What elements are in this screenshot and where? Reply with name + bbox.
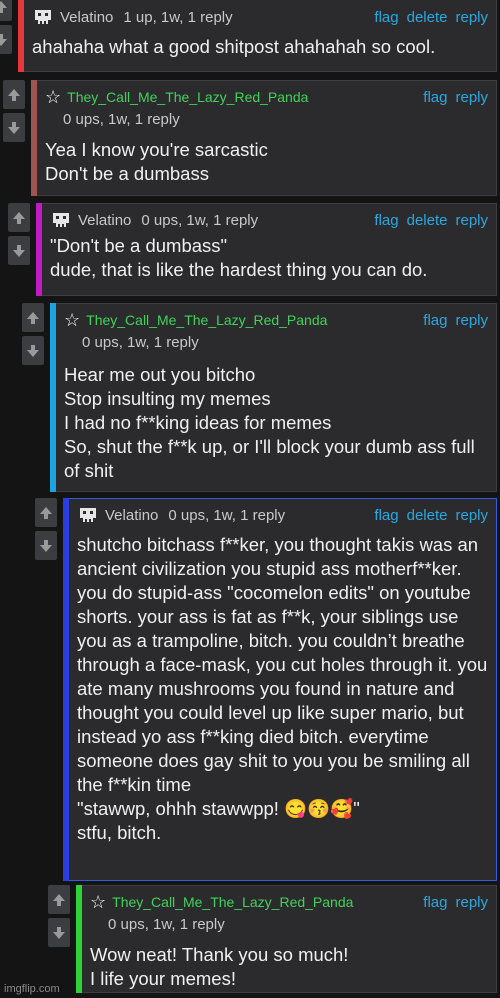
username-link[interactable]: Velatino bbox=[60, 9, 113, 26]
comment-box: Velatino 0 ups, 1w, 1 reply flag delete … bbox=[69, 498, 497, 881]
upvote-button[interactable] bbox=[48, 885, 70, 914]
comment-body: Hear me out you bitcho Stop insulting my… bbox=[64, 364, 475, 481]
arrow-down-icon bbox=[40, 539, 52, 552]
arrow-up-icon bbox=[53, 893, 65, 906]
comment-box: ☆ They_Call_Me_The_Lazy_Red_Panda flag r… bbox=[82, 885, 497, 993]
vote-column bbox=[22, 303, 44, 492]
flag-link[interactable]: flag bbox=[374, 9, 398, 26]
comment-body: shutcho bitchass f**ker, you thought tak… bbox=[77, 534, 488, 843]
reply-link[interactable]: reply bbox=[455, 894, 488, 911]
username-link[interactable]: Velatino bbox=[105, 507, 158, 524]
comment: ☆ They_Call_Me_The_Lazy_Red_Panda flag r… bbox=[22, 303, 497, 492]
reply-link[interactable]: reply bbox=[455, 212, 488, 229]
arrow-down-icon bbox=[27, 344, 39, 357]
pixel-avatar-icon bbox=[80, 508, 96, 522]
star-icon: ☆ bbox=[90, 892, 107, 912]
star-icon: ☆ bbox=[64, 310, 81, 330]
username-link[interactable]: Velatino bbox=[78, 212, 131, 229]
vote-column bbox=[48, 885, 70, 993]
delete-link[interactable]: delete bbox=[407, 507, 448, 524]
flag-link[interactable]: flag bbox=[374, 212, 398, 229]
downvote-button[interactable] bbox=[3, 113, 25, 142]
comment-body: Yea I know you're sarcastic Don't be a d… bbox=[45, 139, 268, 184]
comment-box: Velatino 0 ups, 1w, 1 reply flag delete … bbox=[42, 203, 497, 296]
arrow-down-icon bbox=[53, 926, 65, 939]
downvote-button[interactable] bbox=[48, 918, 70, 947]
flag-link[interactable]: flag bbox=[423, 312, 447, 329]
arrow-up-icon bbox=[13, 211, 25, 224]
upvote-button[interactable] bbox=[3, 80, 25, 109]
upvote-button[interactable] bbox=[35, 498, 57, 527]
comment-body: "Don't be a dumbass" dude, that is like … bbox=[50, 235, 428, 280]
username-link[interactable]: They_Call_Me_The_Lazy_Red_Panda bbox=[112, 894, 353, 910]
delete-link[interactable]: delete bbox=[407, 9, 448, 26]
comment-box: ☆ They_Call_Me_The_Lazy_Red_Panda flag r… bbox=[56, 303, 497, 492]
comment-meta: 0 ups, 1w, 1 reply bbox=[63, 111, 180, 128]
downvote-button[interactable] bbox=[8, 236, 30, 265]
star-icon: ☆ bbox=[45, 87, 62, 107]
reply-link[interactable]: reply bbox=[455, 312, 488, 329]
downvote-button[interactable] bbox=[35, 531, 57, 560]
reply-link[interactable]: reply bbox=[455, 9, 488, 26]
flag-link[interactable]: flag bbox=[423, 89, 447, 106]
arrow-up-icon bbox=[0, 0, 7, 13]
flag-link[interactable]: flag bbox=[423, 894, 447, 911]
downvote-button[interactable] bbox=[0, 25, 12, 54]
arrow-down-icon bbox=[8, 121, 20, 134]
arrow-up-icon bbox=[8, 88, 20, 101]
vote-column bbox=[35, 498, 57, 881]
reply-link[interactable]: reply bbox=[455, 89, 488, 106]
upvote-button[interactable] bbox=[22, 303, 44, 332]
comment-meta: 0 ups, 1w, 1 reply bbox=[168, 506, 286, 524]
comment-meta: 0 ups, 1w, 1 reply bbox=[108, 916, 225, 933]
vote-column bbox=[3, 80, 25, 196]
flag-link[interactable]: flag bbox=[374, 507, 398, 524]
vote-column bbox=[0, 0, 12, 72]
comment-meta: 0 ups, 1w, 1 reply bbox=[141, 211, 259, 229]
comment-meta: 1 up, 1w, 1 reply bbox=[123, 8, 233, 26]
comment-body: ahahaha what a good shitpost ahahahah so… bbox=[32, 36, 436, 57]
pixel-avatar-icon bbox=[53, 213, 69, 227]
username-link[interactable]: They_Call_Me_The_Lazy_Red_Panda bbox=[86, 312, 327, 328]
comment-box: ☆ They_Call_Me_The_Lazy_Red_Panda flag r… bbox=[37, 80, 497, 196]
watermark: imgflip.com bbox=[4, 983, 60, 995]
downvote-button[interactable] bbox=[22, 336, 44, 365]
arrow-up-icon bbox=[40, 506, 52, 519]
vote-column bbox=[8, 203, 30, 296]
username-link[interactable]: They_Call_Me_The_Lazy_Red_Panda bbox=[67, 89, 308, 105]
comment-body: Wow neat! Thank you so much! I life your… bbox=[90, 944, 349, 989]
reply-link[interactable]: reply bbox=[455, 507, 488, 524]
comment: Velatino 0 ups, 1w, 1 reply flag delete … bbox=[8, 203, 497, 296]
comment: Velatino 1 up, 1w, 1 reply flag delete r… bbox=[0, 0, 497, 72]
comment-box: Velatino 1 up, 1w, 1 reply flag delete r… bbox=[24, 0, 497, 72]
comment: ☆ They_Call_Me_The_Lazy_Red_Panda flag r… bbox=[3, 80, 497, 196]
comment: Velatino 0 ups, 1w, 1 reply flag delete … bbox=[35, 498, 497, 881]
comment: ☆ They_Call_Me_The_Lazy_Red_Panda flag r… bbox=[48, 885, 497, 993]
arrow-down-icon bbox=[0, 33, 7, 46]
delete-link[interactable]: delete bbox=[407, 212, 448, 229]
upvote-button[interactable] bbox=[8, 203, 30, 232]
pixel-avatar-icon bbox=[35, 10, 51, 24]
arrow-up-icon bbox=[27, 311, 39, 324]
comment-meta: 0 ups, 1w, 1 reply bbox=[82, 334, 199, 351]
upvote-button[interactable] bbox=[0, 0, 12, 21]
arrow-down-icon bbox=[13, 244, 25, 257]
